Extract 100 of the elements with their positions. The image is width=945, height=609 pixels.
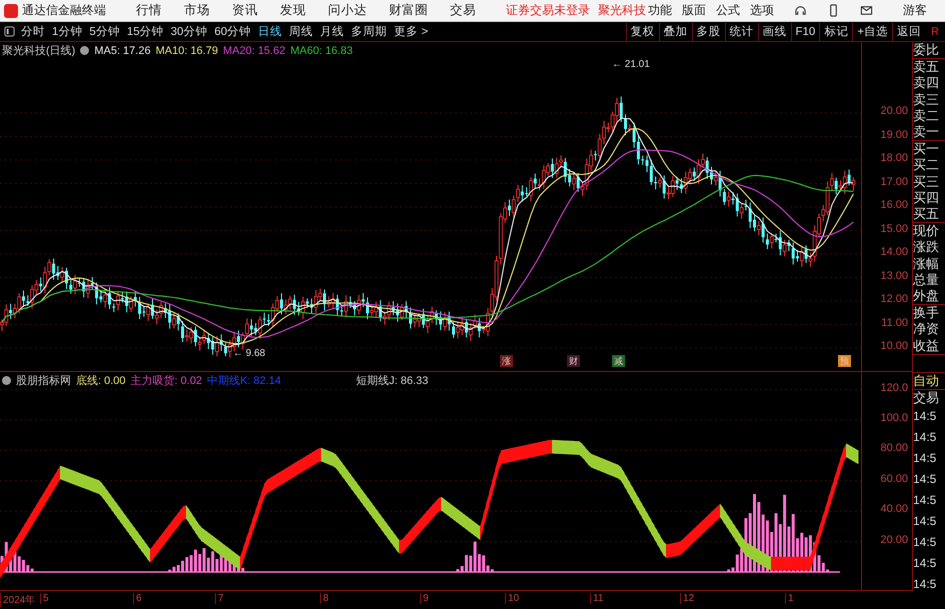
period-tab[interactable]: 周线: [289, 24, 314, 39]
user-label[interactable]: 游客: [903, 2, 927, 19]
quote-label: 外盘: [913, 288, 940, 304]
quote-label: 卖二: [913, 108, 940, 124]
quote-label: 卖三: [913, 92, 940, 108]
chart-title: 股朋指标网: [16, 374, 71, 388]
quote-label: 买二: [913, 157, 940, 174]
low-price-label: ← 9.68: [233, 348, 266, 359]
event-tag[interactable]: 财: [567, 355, 580, 367]
menu-item[interactable]: 公式: [716, 2, 740, 19]
quote-label: 买三: [913, 174, 940, 190]
mail-icon[interactable]: [860, 4, 873, 17]
legend-value: MA20: 15.62: [222, 44, 286, 56]
phone-icon[interactable]: [827, 4, 840, 17]
axis-label: 18.00: [880, 152, 908, 164]
quote-label: 卖四: [913, 75, 940, 92]
axis-label: 16.00: [880, 199, 908, 211]
quote-label: 换手: [913, 305, 940, 322]
date-axis-label: 2024年: [0, 593, 36, 607]
menu-item[interactable]: 交易: [450, 2, 476, 19]
trade-time: 14:5: [913, 492, 938, 510]
trade-time: 14:5: [913, 408, 938, 426]
period-tab[interactable]: 30分钟: [170, 24, 208, 39]
period-tab[interactable]: 5分钟: [89, 24, 120, 39]
trade-time: 14:5: [913, 450, 938, 468]
mode-tab[interactable]: 自动: [913, 373, 945, 390]
menu-item[interactable]: 版面: [682, 2, 706, 19]
app-logo-icon: [4, 4, 18, 18]
legend-value: MA60: 16.83: [290, 44, 353, 56]
date-axis-label: 10: [505, 593, 520, 604]
quote-label: 卖一: [913, 124, 940, 140]
menu-item[interactable]: 发现: [280, 2, 306, 19]
legend-value: 中期线K: 82.14: [207, 374, 282, 388]
menu-item[interactable]: 市场: [184, 2, 210, 19]
panel-toggle-icon[interactable]: [4, 26, 15, 37]
quote-label: 卖五: [913, 59, 940, 76]
axis-label: 11.00: [881, 316, 908, 328]
event-tag[interactable]: 涨: [500, 355, 513, 367]
notice-text: 聚光科技: [598, 2, 646, 19]
trade-time: 14:5: [913, 555, 938, 572]
notice-text: 证券交易未登录: [506, 2, 590, 19]
period-tab[interactable]: 日线: [258, 24, 282, 39]
menu-item[interactable]: 财富圈: [389, 2, 428, 19]
trade-time: 14:5: [913, 471, 938, 488]
axis-label: 80.00: [880, 442, 908, 454]
axis-label: 14.00: [880, 246, 908, 258]
chart-title: 聚光科技(日线): [2, 44, 76, 58]
legend-value: MA5: 17.26: [94, 44, 151, 56]
date-axis-label: 6: [133, 593, 142, 604]
date-axis-label: 5: [40, 593, 49, 604]
menu-item[interactable]: 问小达: [328, 2, 367, 19]
trade-time: 14:5: [913, 429, 938, 446]
date-axis-label: 11: [590, 593, 604, 604]
period-tab[interactable]: 月线: [320, 24, 344, 39]
period-tab[interactable]: 15分钟: [126, 24, 164, 39]
axis-label: 15.00: [880, 222, 908, 234]
legend-value: 主力吸货: 0.02: [130, 374, 202, 388]
menu-item[interactable]: 选项: [750, 2, 774, 19]
axis-label: 10.00: [880, 340, 908, 352]
legend-value: MA10: 16.79: [156, 44, 218, 56]
mode-tab[interactable]: 交易: [913, 390, 945, 406]
quote-label: 买五: [913, 206, 940, 222]
app-title: 通达信金融终端: [22, 2, 106, 19]
date-axis-label: 7: [215, 593, 224, 604]
menu-item[interactable]: 资讯: [232, 2, 258, 19]
trade-time: 14:5: [913, 576, 938, 594]
axis-label: 20.00: [880, 105, 908, 117]
date-axis-label: 1: [785, 593, 794, 604]
settings-icon[interactable]: [80, 46, 90, 55]
legend-value: 底线: 0.00: [76, 374, 126, 388]
axis-label: 40.00: [880, 503, 908, 516]
quote-label: 收益: [913, 338, 940, 354]
period-tab[interactable]: 多周期: [351, 24, 388, 39]
period-tab[interactable]: 60分钟: [214, 24, 252, 39]
trade-time: 14:5: [913, 534, 938, 552]
legend-value: 短期线J: 86.33: [356, 374, 428, 388]
menu-item[interactable]: 功能: [648, 2, 672, 19]
quote-label: 涨跌: [913, 239, 940, 256]
headset-icon[interactable]: [794, 4, 807, 17]
quote-label: 涨幅: [913, 256, 940, 272]
corner-label: R: [931, 26, 939, 38]
axis-label: 60.00: [880, 472, 908, 485]
axis-label: 20.00: [880, 534, 908, 546]
event-tag[interactable]: 减: [612, 355, 625, 367]
period-tab[interactable]: 分时: [21, 24, 45, 39]
axis-label: 13.00: [880, 270, 908, 282]
axis-label: 12.00: [880, 293, 908, 305]
period-tab[interactable]: 1分钟: [52, 24, 82, 39]
quote-label: 总量: [913, 272, 940, 288]
menu-item[interactable]: 行情: [136, 2, 162, 19]
quote-label: 委比: [913, 42, 940, 58]
trade-time: 14:5: [913, 513, 938, 530]
quote-label: 买一: [913, 141, 940, 158]
period-tab[interactable]: 更多 >: [394, 24, 428, 39]
date-axis-label: 8: [320, 593, 329, 604]
settings-icon[interactable]: [2, 376, 11, 385]
quote-label: 净资: [913, 321, 940, 338]
quote-label: 买四: [913, 190, 940, 206]
date-axis-label: 9: [420, 593, 429, 604]
quote-label: 现价: [913, 223, 940, 240]
